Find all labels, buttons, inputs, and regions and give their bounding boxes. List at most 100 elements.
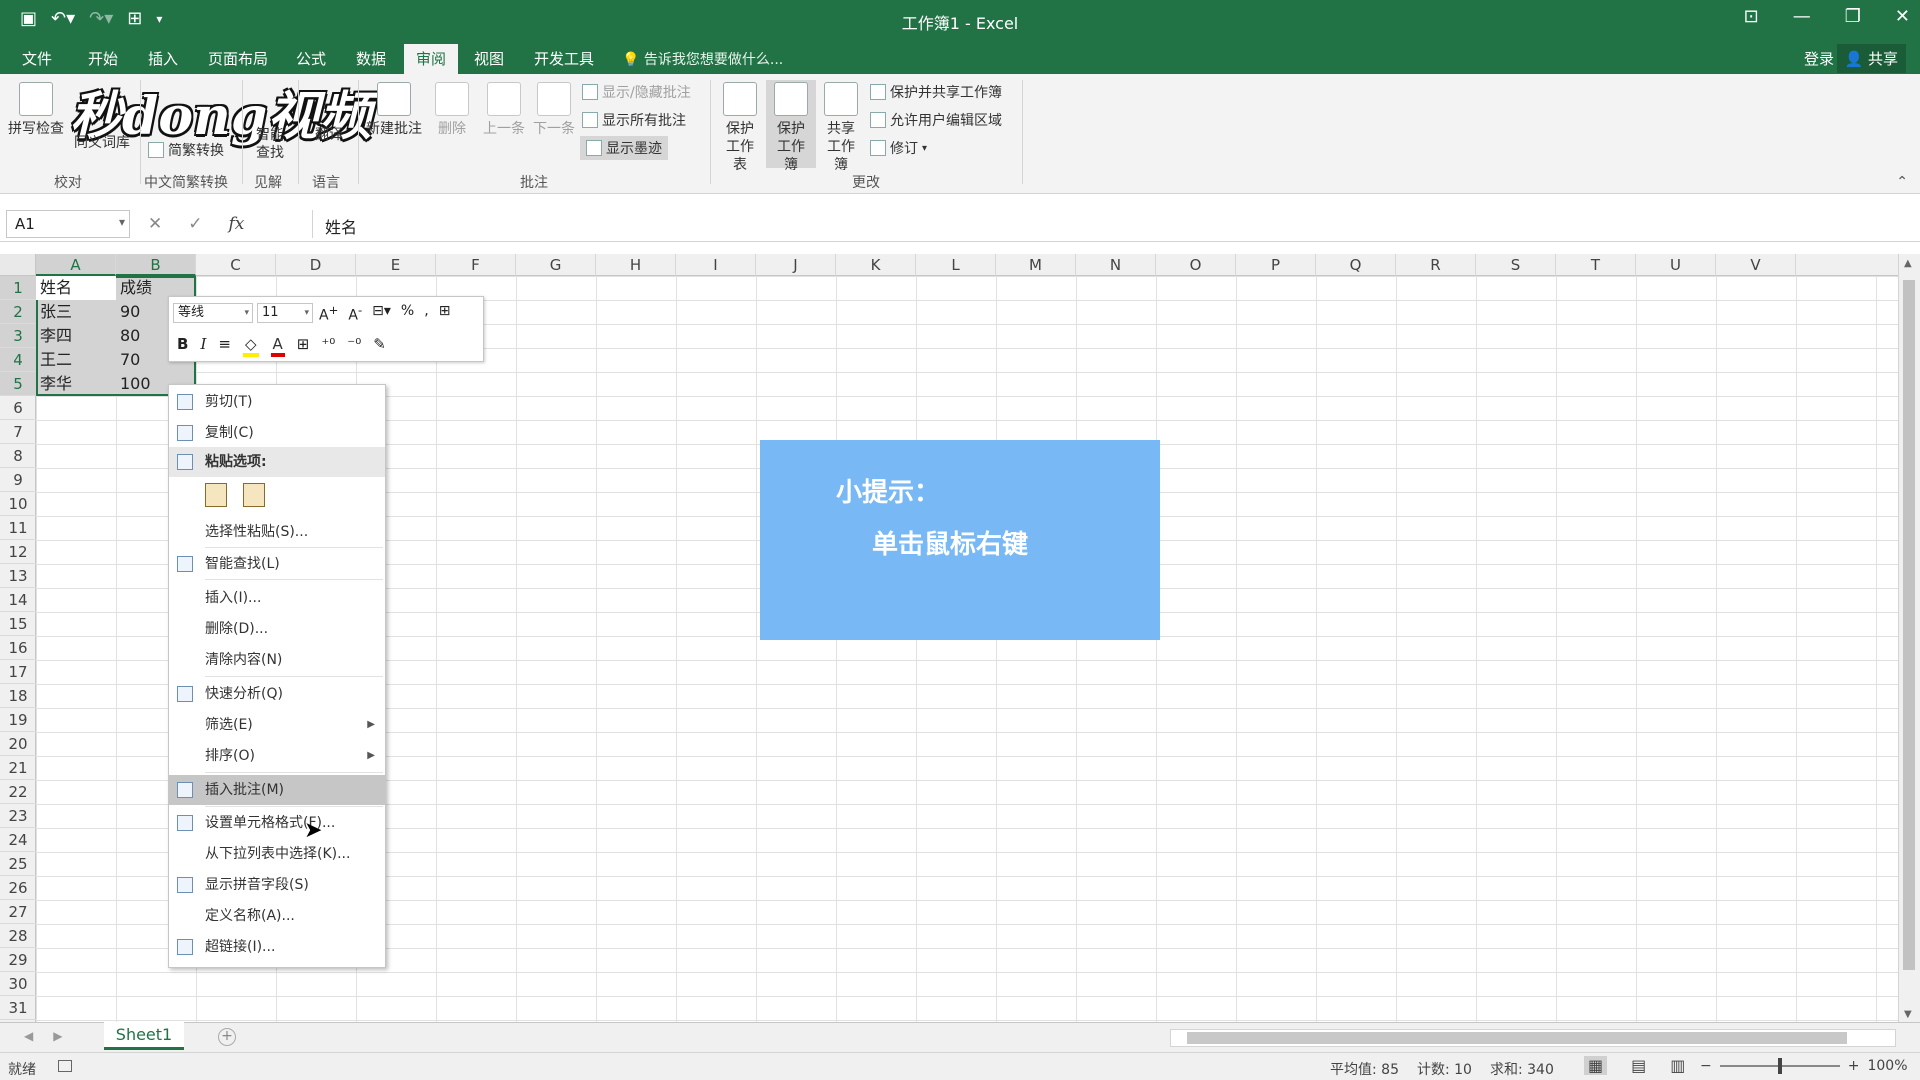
comma-style-icon[interactable]: , xyxy=(424,303,428,324)
menu-item-pick-from-list[interactable]: 从下拉列表中选择(K)... xyxy=(169,839,385,869)
tab-review[interactable]: 审阅 xyxy=(404,44,459,74)
zoom-in-icon[interactable]: + xyxy=(1848,1058,1860,1074)
normal-view-icon[interactable]: ▦ xyxy=(1584,1056,1608,1075)
next-comment-button[interactable]: 下一条 xyxy=(528,82,580,138)
menu-item-clear-contents[interactable]: 清除内容(N) xyxy=(169,645,385,675)
zoom-slider[interactable] xyxy=(1719,1058,1840,1074)
paste-icon[interactable] xyxy=(205,483,227,507)
row-header-2[interactable]: 2 xyxy=(0,300,36,324)
menu-item-hyperlink[interactable]: 超链接(I)... xyxy=(169,932,385,962)
borders-icon[interactable]: ⊞ xyxy=(297,335,310,357)
column-header-s[interactable]: S xyxy=(1476,254,1556,276)
font-color-icon[interactable]: A xyxy=(270,335,285,357)
tab-file[interactable]: 文件 xyxy=(22,48,52,69)
thesaurus-button[interactable]: 同义词库 xyxy=(70,134,134,152)
italic-icon[interactable]: I xyxy=(200,335,206,357)
decrease-decimal-icon[interactable]: ⁻⁰ xyxy=(347,335,361,357)
previous-comment-button[interactable]: 上一条 xyxy=(478,82,530,138)
increase-decimal-icon[interactable]: ⁺⁰ xyxy=(321,335,335,357)
show-all-comments-button[interactable]: 显示所有批注 xyxy=(582,110,686,130)
menu-item-smart-lookup[interactable]: 智能查找(L) xyxy=(169,549,385,579)
row-header-16[interactable]: 16 xyxy=(0,636,36,660)
row-header-17[interactable]: 17 xyxy=(0,660,36,684)
tab-view[interactable]: 视图 xyxy=(474,48,504,69)
font-name-select[interactable]: 等线 ▾ xyxy=(173,303,253,323)
column-header-k[interactable]: K xyxy=(836,254,916,276)
column-header-m[interactable]: M xyxy=(996,254,1076,276)
menu-item-insert[interactable]: 插入(I)... xyxy=(169,583,385,613)
increase-font-icon[interactable]: A+ xyxy=(319,303,338,324)
cancel-icon[interactable]: ✕ xyxy=(148,214,162,234)
row-header-25[interactable]: 25 xyxy=(0,852,36,876)
menu-item-filter[interactable]: 筛选(E) ▶ xyxy=(169,710,385,740)
track-changes-button[interactable]: 修订 ▾ xyxy=(870,138,927,158)
row-header-12[interactable]: 12 xyxy=(0,540,36,564)
restore-icon[interactable]: ❐ xyxy=(1845,6,1861,27)
column-header-b[interactable]: B xyxy=(116,254,196,276)
row-header-15[interactable]: 15 xyxy=(0,612,36,636)
ribbon-display-icon[interactable]: ⊡ xyxy=(1744,6,1759,27)
row-header-14[interactable]: 14 xyxy=(0,588,36,612)
row-header-24[interactable]: 24 xyxy=(0,828,36,852)
percent-icon[interactable]: % xyxy=(401,303,414,324)
fill-color-icon[interactable]: ◇ xyxy=(242,335,259,357)
row-header-9[interactable]: 9 xyxy=(0,468,36,492)
scroll-thumb[interactable] xyxy=(1903,280,1915,970)
menu-item-delete[interactable]: 删除(D)... xyxy=(169,614,385,644)
font-size-select[interactable]: 11 ▾ xyxy=(257,303,313,323)
page-layout-view-icon[interactable]: ▤ xyxy=(1631,1056,1646,1075)
table-cell[interactable]: 李华 xyxy=(36,372,116,396)
paste-values-icon[interactable] xyxy=(243,483,265,507)
simplified-traditional-button[interactable]: 简繁转换 xyxy=(148,140,224,160)
collapse-ribbon-icon[interactable]: ⌃ xyxy=(1896,174,1908,190)
insert-function-icon[interactable]: fx xyxy=(229,214,245,234)
column-header-h[interactable]: H xyxy=(596,254,676,276)
protect-and-share-button[interactable]: 保护并共享工作簿 xyxy=(870,82,1002,102)
column-header-r[interactable]: R xyxy=(1396,254,1476,276)
show-ink-button[interactable]: 显示墨迹 xyxy=(580,136,668,160)
decrease-font-icon[interactable]: A- xyxy=(348,303,362,324)
table-cell[interactable]: 王二 xyxy=(36,348,116,372)
name-box[interactable]: A1 ▾ xyxy=(6,210,130,238)
sheet-tab-sheet1[interactable]: Sheet1 xyxy=(104,1022,184,1050)
column-header-c[interactable]: C xyxy=(196,254,276,276)
spell-check-button[interactable]: 拼写检查 xyxy=(6,82,66,138)
translate-button[interactable]: 翻译 xyxy=(304,126,354,144)
table-cell[interactable]: 张三 xyxy=(36,300,116,324)
column-header-t[interactable]: T xyxy=(1556,254,1636,276)
horizontal-scrollbar[interactable] xyxy=(1170,1029,1896,1047)
close-icon[interactable]: ✕ xyxy=(1895,6,1910,27)
row-header-29[interactable]: 29 xyxy=(0,948,36,972)
row-header-20[interactable]: 20 xyxy=(0,732,36,756)
protect-sheet-button[interactable]: 保护工作表 xyxy=(716,82,764,174)
column-header-p[interactable]: P xyxy=(1236,254,1316,276)
table-cell[interactable]: 李四 xyxy=(36,324,116,348)
zoom-level[interactable]: 100% xyxy=(1867,1058,1907,1074)
merge-center-icon[interactable]: ⊞ xyxy=(439,303,451,324)
select-all-corner[interactable] xyxy=(0,254,36,276)
menu-item-paste-special[interactable]: 选择性粘贴(S)... xyxy=(169,517,385,547)
menu-item-define-name[interactable]: 定义名称(A)... xyxy=(169,901,385,931)
column-header-o[interactable]: O xyxy=(1156,254,1236,276)
row-header-23[interactable]: 23 xyxy=(0,804,36,828)
login-link[interactable]: 登录 xyxy=(1804,48,1834,69)
new-comment-button[interactable]: 新建批注 xyxy=(362,82,426,138)
macro-record-icon[interactable] xyxy=(58,1060,72,1072)
row-header-10[interactable]: 10 xyxy=(0,492,36,516)
minimize-icon[interactable]: — xyxy=(1793,6,1811,27)
menu-item-cut[interactable]: 剪切(T) xyxy=(169,387,385,417)
menu-item-sort[interactable]: 排序(O) ▶ xyxy=(169,741,385,771)
page-break-view-icon[interactable]: ▥ xyxy=(1670,1056,1685,1075)
vertical-scrollbar[interactable]: ▲ ▼ xyxy=(1898,254,1920,1024)
allow-edit-ranges-button[interactable]: 允许用户编辑区域 xyxy=(870,110,1002,130)
prev-sheet-icon[interactable]: ◀ xyxy=(24,1029,33,1043)
menu-item-format-cells[interactable]: 设置单元格格式(F)... xyxy=(169,808,385,838)
align-center-icon[interactable]: ≡ xyxy=(218,335,231,357)
row-header-1[interactable]: 1 xyxy=(0,276,36,300)
column-header-g[interactable]: G xyxy=(516,254,596,276)
tab-page-layout[interactable]: 页面布局 xyxy=(208,48,268,69)
column-header-l[interactable]: L xyxy=(916,254,996,276)
add-sheet-icon[interactable]: + xyxy=(218,1028,236,1046)
menu-item-quick-analysis[interactable]: 快速分析(Q) xyxy=(169,679,385,709)
row-header-4[interactable]: 4 xyxy=(0,348,36,372)
